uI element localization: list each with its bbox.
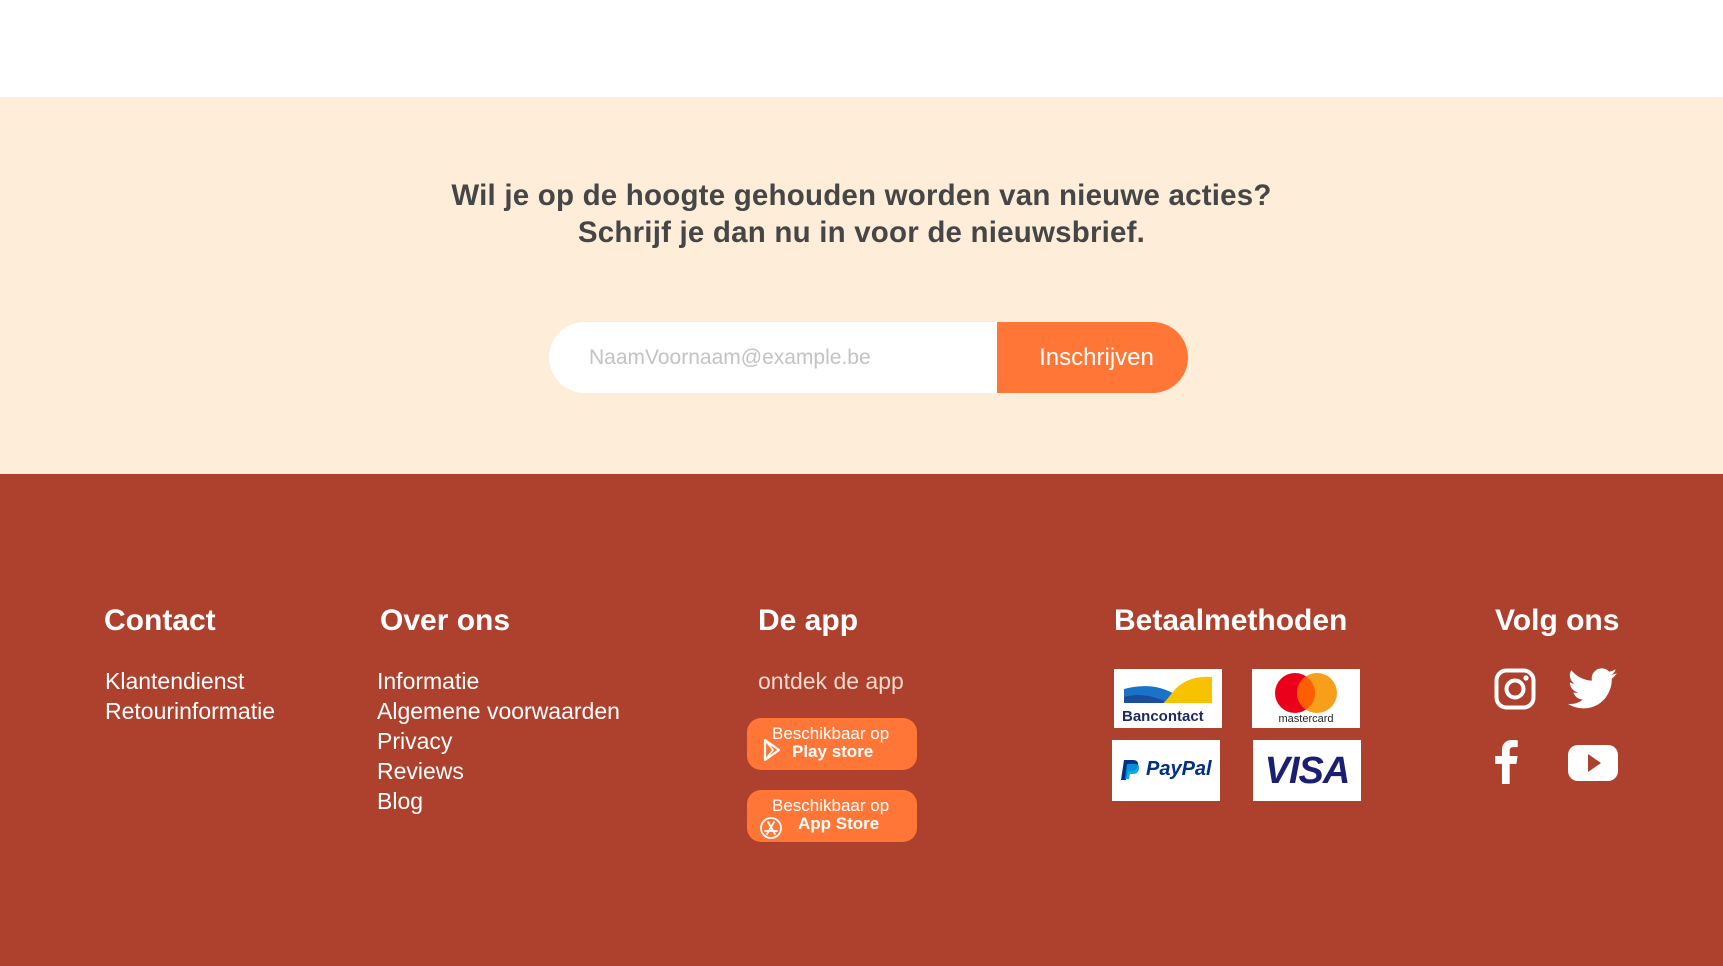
play-store-line2: Play store bbox=[792, 742, 874, 761]
mastercard-logo: mastercard bbox=[1252, 669, 1360, 728]
play-store-button[interactable]: Beschikbaar op Play store bbox=[747, 718, 917, 770]
footer-link-informatie[interactable]: Informatie bbox=[377, 668, 479, 695]
footer-about-title: Over ons bbox=[380, 604, 511, 637]
paypal-p-icon bbox=[1121, 760, 1140, 780]
youtube-icon bbox=[1568, 745, 1618, 781]
play-store-icon bbox=[763, 739, 781, 761]
visa-logo: VISA bbox=[1253, 740, 1361, 801]
instagram-icon bbox=[1494, 668, 1536, 710]
twitter-link[interactable] bbox=[1567, 668, 1618, 715]
newsletter-heading-line2: Schrijf je dan nu in voor de nieuwsbrief… bbox=[577, 216, 1146, 249]
app-store-button[interactable]: Beschikbaar op App Store bbox=[747, 790, 917, 842]
bancontact-logo: Bancontact bbox=[1114, 669, 1222, 728]
facebook-link[interactable] bbox=[1492, 740, 1520, 789]
app-store-line2: App Store bbox=[798, 814, 880, 833]
app-store-icon bbox=[760, 817, 782, 839]
newsletter-email-input[interactable] bbox=[549, 322, 997, 393]
newsletter-heading-line1: Wil je op de hoogte gehouden worden van … bbox=[451, 179, 1272, 212]
newsletter-form: Inschrijven bbox=[549, 322, 1188, 393]
footer-link-blog[interactable]: Blog bbox=[377, 788, 423, 815]
paypal-wordmark: PayPal bbox=[1146, 758, 1212, 780]
footer-contact-title: Contact bbox=[104, 604, 216, 637]
footer-app-title: De app bbox=[758, 604, 859, 637]
paypal-logo: PayPal bbox=[1112, 740, 1220, 801]
footer-payments-title: Betaalmethoden bbox=[1114, 604, 1348, 637]
bancontact-text: Bancontact bbox=[1122, 708, 1204, 725]
footer-app-subtitle: ontdek de app bbox=[758, 668, 904, 694]
footer-link-reviews[interactable]: Reviews bbox=[377, 758, 464, 785]
facebook-icon bbox=[1495, 740, 1518, 784]
twitter-icon bbox=[1567, 668, 1618, 709]
app-store-line1: Beschikbaar op bbox=[772, 796, 890, 815]
footer-link-retourinformatie[interactable]: Retourinformatie bbox=[105, 698, 275, 725]
subscribe-button[interactable]: Inschrijven bbox=[997, 322, 1188, 393]
youtube-link[interactable] bbox=[1567, 744, 1619, 787]
instagram-link[interactable] bbox=[1494, 668, 1536, 715]
footer-link-algemene-voorwaarden[interactable]: Algemene voorwaarden bbox=[377, 698, 620, 725]
site-footer: Contact Klantendienst Retourinformatie O… bbox=[0, 474, 1723, 966]
newsletter-section: Wil je op de hoogte gehouden worden van … bbox=[0, 97, 1723, 474]
visa-text: VISA bbox=[1264, 750, 1351, 792]
footer-link-privacy[interactable]: Privacy bbox=[377, 728, 452, 755]
play-store-line1: Beschikbaar op bbox=[772, 724, 890, 743]
page-top-area bbox=[0, 0, 1723, 97]
mastercard-text: mastercard bbox=[1278, 713, 1334, 725]
footer-link-klantendienst[interactable]: Klantendienst bbox=[105, 668, 244, 695]
footer-social-title: Volg ons bbox=[1495, 604, 1620, 637]
paypal-text: PayPal bbox=[1146, 758, 1212, 781]
